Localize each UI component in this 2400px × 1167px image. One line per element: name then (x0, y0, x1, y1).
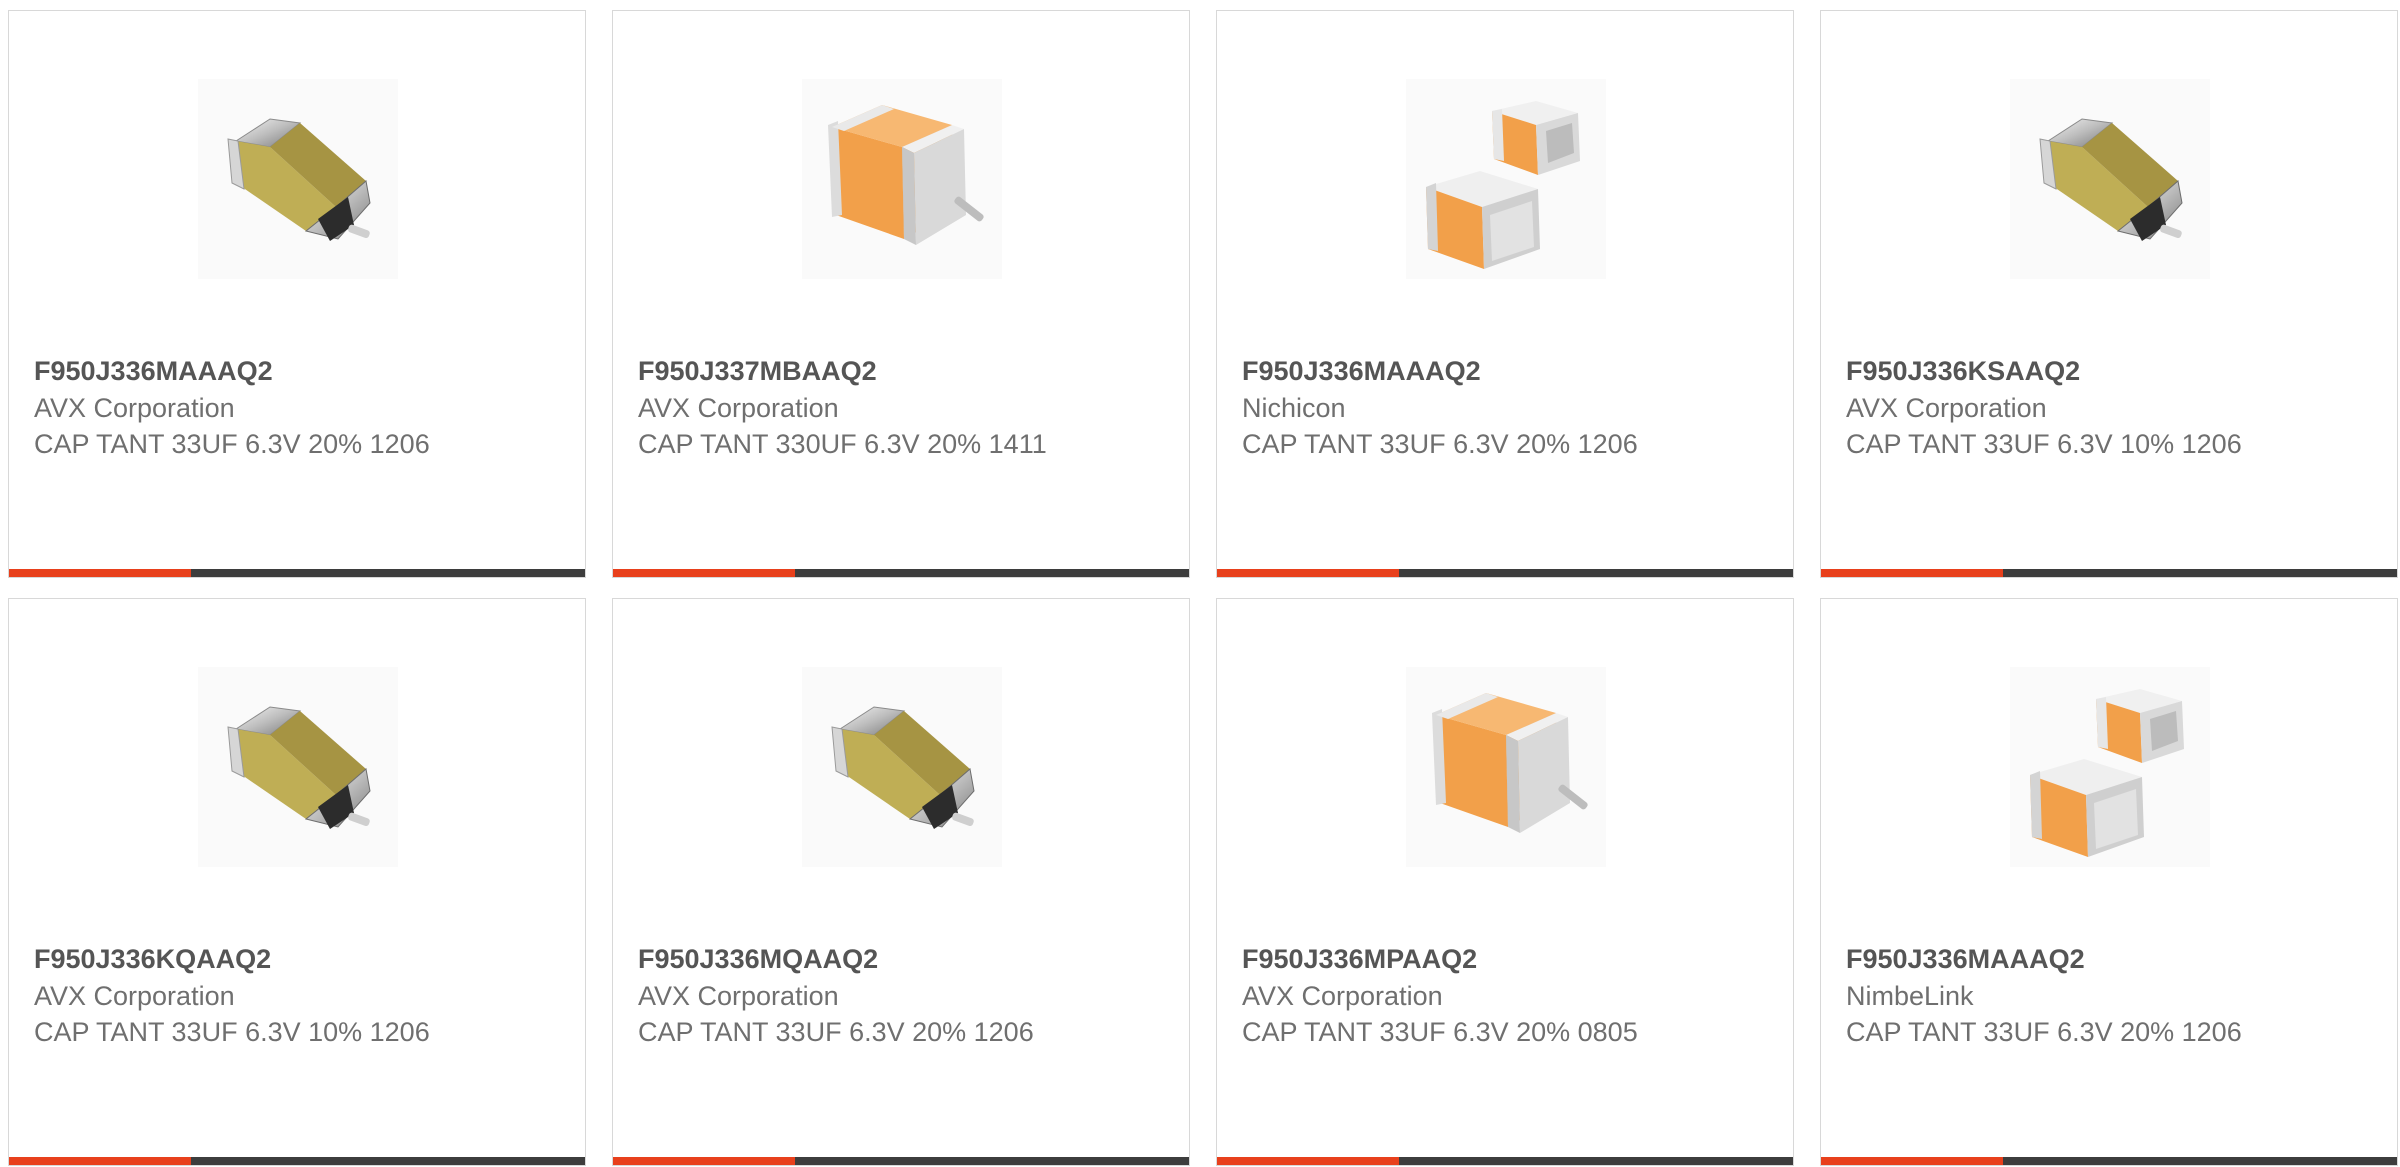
product-info: F950J336MQAAQ2 AVX Corporation CAP TANT 33… (638, 941, 1158, 1050)
product-card[interactable]: F950J336KSAAQ2 AVX Corporation CAP TANT 33… (1820, 10, 2398, 578)
card-bottom-bar (1821, 569, 2397, 577)
part-number[interactable]: F950J336MQAAQ2 (638, 941, 1158, 978)
tantalum-capacitor-orange-icon[interactable] (802, 79, 1002, 279)
tantalum-capacitor-yellow-icon[interactable] (198, 79, 398, 279)
manufacturer-name: AVX Corporation (638, 393, 839, 423)
tantalum-capacitor-yellow-icon[interactable] (2010, 79, 2210, 279)
product-card[interactable]: F950J336MAAAQ2 AVX Corporation CAP TANT 33… (8, 10, 586, 578)
product-card[interactable]: F950J336MQAAQ2 AVX Corporation CAP TANT 33… (612, 598, 1190, 1166)
tantalum-capacitor-yellow-icon[interactable] (198, 667, 398, 867)
product-info: F950J336KSAAQ2 AVX Corporation CAP TANT 33… (1846, 353, 2366, 462)
product-info: F950J336KQAAQ2 AVX Corporation CAP TANT 33… (34, 941, 554, 1050)
manufacturer-name: AVX Corporation (1242, 981, 1443, 1011)
card-bottom-bar (613, 1157, 1189, 1165)
manufacturer-name: AVX Corporation (34, 981, 235, 1011)
tantalum-capacitor-pair-icon[interactable] (1406, 79, 1606, 279)
product-description: CAP TANT 33UF 6.3V 20% 0805 (1242, 1017, 1638, 1047)
product-description: CAP TANT 33UF 6.3V 20% 1206 (1242, 429, 1638, 459)
product-description: CAP TANT 33UF 6.3V 20% 1206 (638, 1017, 1034, 1047)
part-number[interactable]: F950J336MAAAQ2 (1846, 941, 2366, 978)
card-accent-bar (1821, 1157, 2003, 1165)
card-accent-bar (613, 1157, 795, 1165)
card-bottom-bar (9, 1157, 585, 1165)
part-number[interactable]: F950J336MAAAQ2 (34, 353, 554, 390)
manufacturer-name: AVX Corporation (34, 393, 235, 423)
tantalum-capacitor-yellow-icon[interactable] (802, 667, 1002, 867)
manufacturer-name: AVX Corporation (1846, 393, 2047, 423)
card-bottom-bar (1217, 569, 1793, 577)
card-accent-bar (1821, 569, 2003, 577)
card-accent-bar (1217, 1157, 1399, 1165)
product-info: F950J336MAAAQ2 AVX Corporation CAP TANT 33… (34, 353, 554, 462)
product-card[interactable]: F950J336MAAAQ2 NimbeLink CAP TANT 33UF 6.3… (1820, 598, 2398, 1166)
product-description: CAP TANT 33UF 6.3V 20% 1206 (34, 429, 430, 459)
part-number[interactable]: F950J336KSAAQ2 (1846, 353, 2366, 390)
card-bottom-bar (1217, 1157, 1793, 1165)
part-number[interactable]: F950J336KQAAQ2 (34, 941, 554, 978)
product-description: CAP TANT 330UF 6.3V 20% 1411 (638, 429, 1047, 459)
card-bottom-bar (9, 569, 585, 577)
card-accent-bar (9, 1157, 191, 1165)
manufacturer-name: Nichicon (1242, 393, 1346, 423)
product-description: CAP TANT 33UF 6.3V 10% 1206 (1846, 429, 2242, 459)
manufacturer-name: AVX Corporation (638, 981, 839, 1011)
product-card[interactable]: F950J337MBAAQ2 AVX Corporation CAP TANT 33… (612, 10, 1190, 578)
product-info: F950J336MPAAQ2 AVX Corporation CAP TANT 33… (1242, 941, 1762, 1050)
card-accent-bar (613, 569, 795, 577)
product-description: CAP TANT 33UF 6.3V 10% 1206 (34, 1017, 430, 1047)
card-accent-bar (9, 569, 191, 577)
manufacturer-name: NimbeLink (1846, 981, 1974, 1011)
product-info: F950J337MBAAQ2 AVX Corporation CAP TANT 33… (638, 353, 1158, 462)
card-accent-bar (1217, 569, 1399, 577)
part-number[interactable]: F950J336MAAAQ2 (1242, 353, 1762, 390)
card-bottom-bar (1821, 1157, 2397, 1165)
tantalum-capacitor-orange-icon[interactable] (1406, 667, 1606, 867)
product-grid: F950J336MAAAQ2 AVX Corporation CAP TANT 33… (8, 10, 2400, 1166)
product-description: CAP TANT 33UF 6.3V 20% 1206 (1846, 1017, 2242, 1047)
product-card[interactable]: F950J336MPAAQ2 AVX Corporation CAP TANT 33… (1216, 598, 1794, 1166)
part-number[interactable]: F950J336MPAAQ2 (1242, 941, 1762, 978)
product-card[interactable]: F950J336MAAAQ2 Nichicon CAP TANT 33UF 6.3V… (1216, 10, 1794, 578)
part-number[interactable]: F950J337MBAAQ2 (638, 353, 1158, 390)
product-card[interactable]: F950J336KQAAQ2 AVX Corporation CAP TANT 33… (8, 598, 586, 1166)
product-info: F950J336MAAAQ2 NimbeLink CAP TANT 33UF 6.3… (1846, 941, 2366, 1050)
tantalum-capacitor-pair-icon[interactable] (2010, 667, 2210, 867)
product-info: F950J336MAAAQ2 Nichicon CAP TANT 33UF 6.3V… (1242, 353, 1762, 462)
card-bottom-bar (613, 569, 1189, 577)
